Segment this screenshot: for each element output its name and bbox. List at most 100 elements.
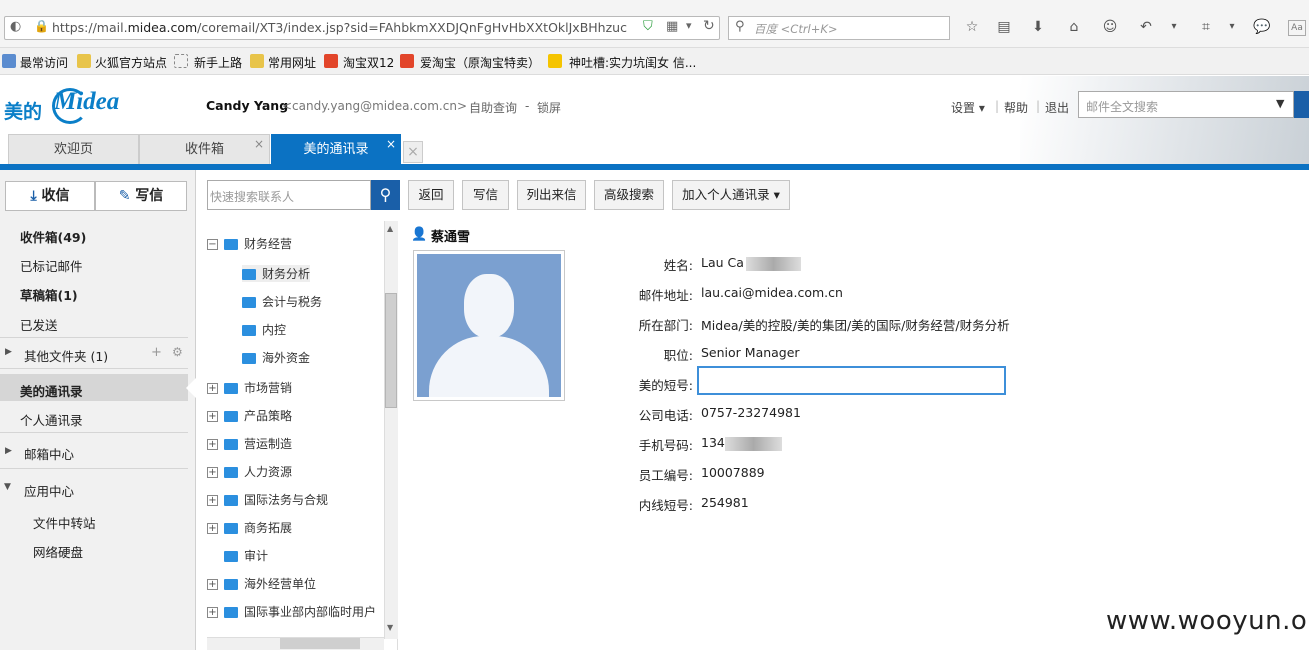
lock-screen-link[interactable]: 锁屏: [537, 99, 561, 116]
folder-icon: [242, 269, 256, 280]
collapse-icon[interactable]: −: [207, 239, 218, 250]
expand-icon[interactable]: +: [207, 411, 218, 422]
tree-node-selected[interactable]: 财务分析: [242, 265, 311, 282]
tab-welcome[interactable]: 欢迎页: [8, 134, 139, 164]
sidebar-item-other-folders[interactable]: 其他文件夹 (1): [24, 346, 108, 365]
close-icon[interactable]: ×: [386, 137, 396, 151]
bookmark-item[interactable]: 淘宝双12: [343, 54, 394, 71]
expand-icon[interactable]: +: [207, 495, 218, 506]
expand-icon[interactable]: +: [207, 383, 218, 394]
expand-icon[interactable]: +: [207, 607, 218, 618]
folder-icon: [77, 54, 91, 68]
home-icon[interactable]: ⌂: [1064, 17, 1084, 37]
bookmark-item[interactable]: 火狐官方站点: [95, 54, 167, 71]
tree-node[interactable]: + 商务拓展: [207, 519, 292, 536]
logout-link[interactable]: 退出: [1045, 99, 1069, 116]
tree-node-label: 海外资金: [262, 351, 311, 365]
receive-button[interactable]: ⤓ 收信: [5, 181, 95, 211]
fulltext-search-button[interactable]: [1294, 91, 1309, 118]
expand-icon[interactable]: +: [207, 439, 218, 450]
fulltext-search-placeholder: 邮件全文搜索: [1086, 100, 1159, 114]
bookmark-item[interactable]: 爱淘宝（原淘宝特卖）: [420, 54, 540, 71]
close-icon[interactable]: ×: [254, 137, 264, 151]
sidebar-item-sent[interactable]: 已发送: [20, 315, 58, 334]
reader-icon[interactable]: ▤: [994, 17, 1014, 37]
dropdown-icon[interactable]: ▾: [686, 19, 692, 32]
sidebar-item-personal-contacts[interactable]: 个人通讯录: [20, 410, 83, 429]
tab-midea-contacts[interactable]: 美的通讯录: [271, 134, 401, 164]
tree-node[interactable]: 海外资金: [242, 349, 310, 366]
sidebar-item-inbox[interactable]: 收件箱(49): [20, 227, 86, 246]
add-icon[interactable]: +: [151, 345, 162, 360]
tree-node[interactable]: 内控: [242, 321, 286, 338]
contact-photo: [413, 250, 565, 401]
expand-icon[interactable]: +: [207, 467, 218, 478]
contact-search-button[interactable]: ⚲: [371, 180, 400, 210]
sidebar-item-file-transfer[interactable]: 文件中转站: [33, 513, 96, 532]
crop-icon[interactable]: ⌗: [1196, 17, 1216, 37]
tree-node[interactable]: + 国际法务与合规: [207, 491, 328, 508]
chevron-down-icon[interactable]: ▾: [1164, 17, 1184, 37]
tree-node[interactable]: + 国际事业部内部临时用户: [207, 603, 384, 620]
bookmark-item[interactable]: 新手上路: [194, 54, 242, 71]
expand-icon[interactable]: ▶: [5, 347, 12, 357]
edit-icon: ✎: [118, 188, 131, 204]
tree-node-label: 海外经营单位: [244, 577, 317, 591]
chevron-down-icon[interactable]: ▼: [1276, 97, 1284, 110]
download-icon[interactable]: ⬇: [1028, 17, 1048, 37]
sidebar-item-net-disk[interactable]: 网络硬盘: [33, 542, 83, 561]
chat-icon[interactable]: ☺: [1100, 17, 1120, 37]
scrollbar-thumb[interactable]: [385, 293, 397, 408]
tree-node-label: 国际事业部内部临时用户: [244, 605, 377, 619]
gear-icon[interactable]: ⚙: [172, 345, 183, 359]
tab-inbox[interactable]: 收件箱: [139, 134, 270, 164]
tree-node[interactable]: − 财务经营: [207, 235, 292, 252]
close-all-icon[interactable]: ×: [403, 141, 423, 163]
expand-icon[interactable]: +: [207, 579, 218, 590]
reload-icon[interactable]: ↻: [703, 18, 715, 34]
sidebar-item-app-center[interactable]: 应用中心: [24, 481, 74, 500]
tree-node[interactable]: + 营运制造: [207, 435, 292, 452]
star-icon[interactable]: ☆: [962, 17, 982, 37]
tree-node[interactable]: + 产品策略: [207, 407, 292, 424]
scroll-up-icon[interactable]: ▲: [387, 224, 393, 233]
tab-label: 欢迎页: [53, 142, 93, 157]
sidebar-item-midea-contacts[interactable]: 美的通讯录: [20, 381, 83, 400]
comment-icon[interactable]: 💬: [1252, 17, 1272, 37]
tree-node[interactable]: 审计: [224, 547, 268, 564]
tab-label: 美的通讯录: [303, 142, 369, 157]
short-number-input[interactable]: [697, 366, 1006, 395]
shield-icon[interactable]: ⛉: [643, 19, 653, 34]
expand-icon[interactable]: ▶: [5, 446, 12, 456]
scroll-down-icon[interactable]: ▼: [387, 623, 393, 632]
tree-node[interactable]: + 人力资源: [207, 463, 292, 480]
list-mails-button[interactable]: 列出来信: [517, 180, 586, 210]
sidebar-item-drafts[interactable]: 草稿箱(1): [20, 285, 78, 304]
font-icon[interactable]: Aa: [1288, 20, 1306, 36]
scrollbar-h-thumb[interactable]: [280, 638, 360, 649]
self-query-link[interactable]: 自助查询: [469, 99, 517, 116]
collapse-icon[interactable]: ▼: [4, 482, 11, 492]
bookmark-item[interactable]: 最常访问: [20, 54, 68, 71]
compose-button[interactable]: ✎ 写信: [95, 181, 187, 211]
qr-icon[interactable]: ▦: [666, 19, 678, 34]
back-button[interactable]: 返回: [408, 180, 454, 210]
avatar-body: [429, 336, 549, 397]
settings-menu[interactable]: 设置 ▾: [951, 99, 985, 116]
undo-icon[interactable]: ↶: [1136, 17, 1156, 37]
chevron-down-icon[interactable]: ▾: [1222, 17, 1242, 37]
help-link[interactable]: 帮助: [1004, 99, 1028, 116]
sidebar-item-flagged[interactable]: 已标记邮件: [20, 256, 83, 275]
tree-node[interactable]: 会计与税务: [242, 293, 322, 310]
sidebar-item-mailbox-center[interactable]: 邮箱中心: [24, 444, 74, 463]
write-mail-button[interactable]: 写信: [462, 180, 509, 210]
tree-node[interactable]: + 市场营销: [207, 379, 292, 396]
folder-icon: [224, 495, 238, 506]
advanced-search-button[interactable]: 高级搜索: [594, 180, 664, 210]
tree-scrollbar[interactable]: [384, 221, 398, 639]
bookmark-item[interactable]: 神吐槽:实力坑闺女 信...: [569, 54, 696, 71]
expand-icon[interactable]: +: [207, 523, 218, 534]
tree-node[interactable]: + 海外经营单位: [207, 575, 316, 592]
add-to-personal-button[interactable]: 加入个人通讯录 ▾: [672, 180, 790, 210]
bookmark-item[interactable]: 常用网址: [268, 54, 316, 71]
